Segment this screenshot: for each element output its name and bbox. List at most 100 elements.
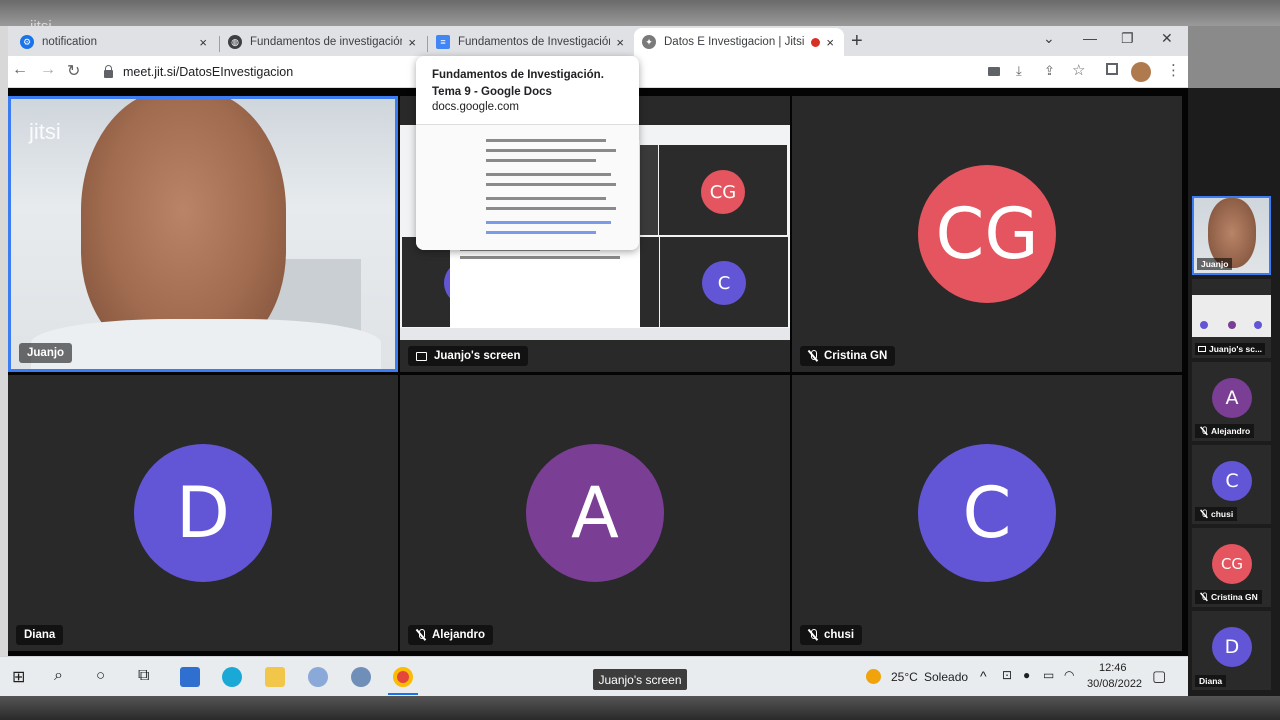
participant-name: Cristina GN: [800, 346, 896, 366]
weather-desc[interactable]: Soleado: [924, 670, 968, 684]
avatar: A: [526, 444, 664, 582]
name-text: Juanjo's sc...: [1209, 344, 1263, 354]
menu-icon[interactable]: ⋮: [1166, 61, 1181, 79]
weather-temp[interactable]: 25°C: [891, 670, 918, 684]
screen-share-icon: [1198, 346, 1206, 352]
filmstrip-diana[interactable]: D Diana: [1192, 611, 1271, 690]
globe-favicon-icon: ◍: [228, 35, 242, 49]
filmstrip-screen-share[interactable]: Juanjo's sc...: [1192, 279, 1271, 358]
screen-sharing-indicator[interactable]: Juanjo's screen: [593, 669, 687, 690]
google-docs-icon: ≡: [436, 35, 450, 49]
mic-muted-icon: [1200, 592, 1208, 602]
wifi-icon[interactable]: ◠: [1064, 668, 1074, 682]
tab-jitsi-meeting[interactable]: ✦ Datos E Investigacion | Jitsi M ×: [634, 28, 844, 56]
microphone-icon[interactable]: ●: [1023, 668, 1030, 682]
frame-bottom: [0, 696, 1280, 720]
tile-juanjo[interactable]: jitsi Juanjo: [8, 96, 398, 372]
install-icon[interactable]: ⤓: [1016, 63, 1022, 79]
task-view-icon[interactable]: ⧉: [138, 667, 149, 685]
rstudio-icon[interactable]: [351, 667, 371, 687]
windows-start-icon[interactable]: ⊞: [12, 667, 25, 687]
filmstrip-cristina[interactable]: CG Cristina GN: [1192, 528, 1271, 607]
filmstrip-chusi[interactable]: C chusi: [1192, 445, 1271, 524]
name-text: chusi: [1211, 509, 1234, 519]
back-button[interactable]: ←: [12, 61, 28, 79]
close-tab-icon[interactable]: ×: [408, 35, 416, 50]
frame-left: [0, 26, 8, 696]
screen-share-icon: [416, 351, 427, 361]
close-window-button[interactable]: ✕: [1161, 30, 1173, 47]
participant-name: Alejandro: [408, 625, 494, 645]
camera-icon[interactable]: [988, 67, 1000, 76]
chrome-icon[interactable]: [393, 667, 413, 687]
lock-icon: [104, 64, 113, 78]
mail-icon[interactable]: [180, 667, 200, 687]
cortana-icon[interactable]: ○: [96, 667, 105, 684]
filmstrip-name: Diana: [1195, 675, 1227, 687]
avatar: A: [1212, 378, 1252, 418]
close-tab-icon[interactable]: ×: [199, 35, 207, 50]
avatar: CG: [701, 170, 745, 214]
participant-name: Diana: [16, 625, 64, 645]
clock-date[interactable]: 30/08/2022: [1087, 678, 1142, 690]
tab-title: Fundamentos de investigación e: [250, 36, 403, 48]
filmstrip-alejandro[interactable]: A Alejandro: [1192, 362, 1271, 441]
bookmark-star-icon[interactable]: ☆: [1072, 61, 1085, 79]
edge-icon[interactable]: [222, 667, 242, 687]
participant-video: jitsi: [11, 99, 395, 369]
profile-avatar[interactable]: [1131, 62, 1151, 82]
tab-fundamentos-1[interactable]: ◍ Fundamentos de investigación e ×: [220, 28, 426, 56]
avatar: C: [702, 261, 746, 305]
close-tab-icon[interactable]: ×: [826, 35, 834, 50]
clock-time[interactable]: 12:46: [1099, 662, 1127, 674]
hover-card-domain: docs.google.com: [432, 101, 519, 113]
new-tab-button[interactable]: +: [851, 30, 863, 53]
mic-muted-icon: [416, 629, 426, 641]
tab-title: notification: [42, 36, 97, 48]
search-icon[interactable]: ⌕: [54, 667, 63, 685]
name-text: Diana: [1199, 676, 1223, 686]
show-hidden-icons-icon[interactable]: ^: [980, 668, 987, 684]
forward-button[interactable]: →: [40, 61, 56, 79]
jitsi-favicon-icon: ✦: [642, 35, 656, 49]
share-icon[interactable]: ⇪: [1044, 63, 1055, 79]
name-text: Juanjo's screen: [434, 350, 521, 362]
tile-diana[interactable]: D Diana: [8, 375, 398, 651]
mic-muted-icon: [808, 350, 818, 362]
notifications-icon[interactable]: ▢: [1152, 667, 1166, 685]
tab-notification[interactable]: ⚙ notification ×: [12, 28, 217, 56]
shared-tile-chusi: C: [660, 237, 788, 327]
tile-alejandro[interactable]: A Alejandro: [400, 375, 790, 651]
battery-icon[interactable]: ▭: [1043, 668, 1054, 682]
avatar: C: [1212, 461, 1252, 501]
r-app-icon[interactable]: [308, 667, 328, 687]
jitsi-logo: jitsi: [29, 119, 61, 144]
hover-card-title-line-2: Tema 9 - Google Docs: [432, 86, 552, 98]
tab-title: Datos E Investigacion | Jitsi M: [664, 36, 806, 48]
avatar: CG: [1212, 544, 1252, 584]
name-text: Juanjo: [27, 347, 65, 359]
shared-tile-cristina: CG: [659, 145, 787, 235]
frame-right: [1188, 26, 1280, 88]
close-tab-icon[interactable]: ×: [616, 35, 624, 50]
url-text: meet.jit.si/DatosEInvestigacion: [123, 65, 294, 79]
name-text: chusi: [824, 629, 855, 641]
side-panel-icon[interactable]: [1106, 63, 1118, 75]
minimize-button[interactable]: —: [1083, 30, 1097, 46]
avatar: CG: [918, 165, 1056, 303]
tab-fundamentos-docs[interactable]: ≡ Fundamentos de Investigación. T ×: [428, 28, 634, 56]
hover-card-preview: [416, 124, 639, 250]
tile-chusi[interactable]: C chusi: [792, 375, 1182, 651]
name-text: Alejandro: [432, 629, 486, 641]
filmstrip-name: Juanjo's sc...: [1195, 343, 1266, 355]
windows-taskbar: ⊞ ⌕ ○ ⧉ Juanjo's screen 25°C Soleado ^ ⊡…: [0, 656, 1188, 696]
mic-muted-icon: [1200, 509, 1208, 519]
restore-button[interactable]: ❐: [1121, 30, 1134, 47]
participant-name: chusi: [800, 625, 863, 645]
tab-search-icon[interactable]: ⌄: [1043, 30, 1055, 47]
filmstrip-juanjo[interactable]: Juanjo: [1192, 196, 1271, 275]
meet-now-icon[interactable]: ⊡: [1002, 668, 1012, 682]
reload-button[interactable]: ↻: [67, 61, 80, 81]
tile-cristina[interactable]: CG Cristina GN: [792, 96, 1182, 372]
file-explorer-icon[interactable]: [265, 667, 285, 687]
